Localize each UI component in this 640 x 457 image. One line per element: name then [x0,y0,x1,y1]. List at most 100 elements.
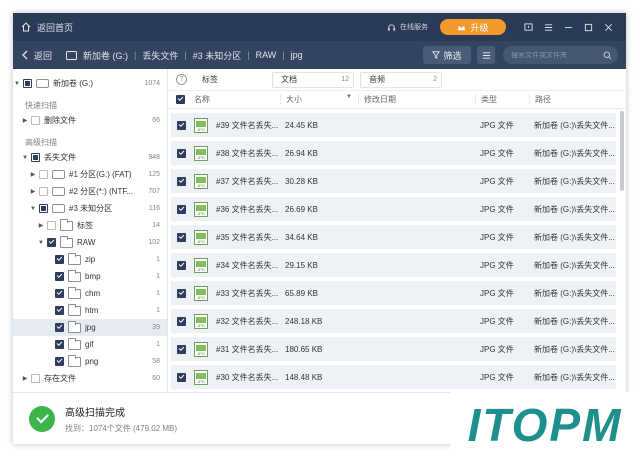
table-row[interactable]: #34 文件名丢失... 29.15 KB JPG 文件 新加卷 (G:)\丢失文件.… [171,253,616,277]
breadcrumb-item-drive[interactable]: 新加卷 (G:) [83,49,128,62]
expand-arrow-icon[interactable]: ▶ [29,188,37,195]
tree-item-raw[interactable]: ▼ RAW 102 [13,234,167,251]
tree-checkbox[interactable] [31,153,40,162]
upgrade-button[interactable]: 升级 [440,19,506,35]
tree-checkbox[interactable] [31,116,40,125]
breadcrumb-item-jpg[interactable]: jpg [291,50,303,60]
tree-item-gif[interactable]: gif 1 [13,336,167,353]
table-row[interactable]: #33 文件名丢失... 65.89 KB JPG 文件 新加卷 (G:)\丢失文件.… [171,281,616,305]
scrollbar[interactable] [620,111,624,191]
column-type[interactable]: 类型 [475,94,529,105]
tab-tags[interactable]: 标签 [194,72,266,88]
tree-checkbox[interactable] [39,204,48,213]
search-input[interactable] [511,51,603,59]
tree-item-drive[interactable]: ▼ 新加卷 (G:) 1074 [13,75,167,92]
expand-arrow-icon[interactable]: ▼ [29,206,37,212]
column-size[interactable]: 大小 ▼ [280,94,358,105]
back-button[interactable]: 返回 [21,49,52,62]
tree-checkbox[interactable] [39,170,48,179]
tree-item-count: 66 [152,117,160,124]
feedback-button[interactable] [518,17,538,37]
expand-arrow-icon[interactable]: ▶ [21,375,29,382]
expand-arrow-icon[interactable]: ▼ [37,240,45,246]
expand-arrow-icon[interactable]: ▶ [21,117,29,124]
expand-arrow-icon[interactable]: ▶ [29,171,37,178]
minimize-icon [564,26,572,28]
table-row[interactable]: #31 文件名丢失... 180.65 KB JPG 文件 新加卷 (G:)\丢失文件… [171,337,616,361]
row-checkbox[interactable] [177,316,186,326]
filter-button[interactable]: 筛选 [423,46,471,64]
column-path[interactable]: 路径 [529,94,626,105]
tree-checkbox[interactable] [55,340,64,349]
expand-arrow-icon[interactable]: ▼ [13,81,21,87]
tree-checkbox[interactable] [39,187,48,196]
tree-item-deleted[interactable]: ▶ 删除文件 66 [13,112,167,129]
select-all-checkbox[interactable] [175,95,185,104]
table-row[interactable]: #36 文件名丢失... 26.69 KB JPG 文件 新加卷 (G:)\丢失文件.… [171,197,616,221]
table-row[interactable]: #30 文件名丢失... 148.48 KB JPG 文件 新加卷 (G:)\丢失文件… [171,365,616,389]
tab-audio[interactable]: 音频 2 [360,71,442,88]
tree-checkbox[interactable] [31,374,40,383]
breadcrumb-item-raw[interactable]: RAW [256,50,277,60]
tree-item-existing[interactable]: ▶ 存在文件 60 [13,370,167,387]
minimize-button[interactable] [558,17,578,37]
home-link[interactable]: 返回首页 [21,21,73,34]
file-name: #33 文件名丢失... [216,288,279,298]
row-checkbox[interactable] [177,120,186,130]
title-bar: 返回首页 在线服务 升级 [13,13,626,41]
expand-arrow-icon[interactable]: ▼ [21,155,29,161]
tree-item-partition-2[interactable]: ▶ #2 分区(*:) (NTF... 707 [13,183,167,200]
tree-item-lost[interactable]: ▼ 丢失文件 948 [13,149,167,166]
tree-item-chm[interactable]: chm 1 [13,285,167,302]
help-icon[interactable]: ? [176,74,187,85]
row-checkbox[interactable] [177,232,186,242]
row-checkbox[interactable] [177,344,186,354]
tree-item-png[interactable]: png 58 [13,353,167,370]
row-checkbox[interactable] [177,176,186,186]
row-checkbox[interactable] [177,204,186,214]
tree-item-htm[interactable]: htm 1 [13,302,167,319]
table-row[interactable]: #35 文件名丢失... 34.64 KB JPG 文件 新加卷 (G:)\丢失文件.… [171,225,616,249]
tree-checkbox[interactable] [55,255,64,264]
table-row[interactable]: #37 文件名丢失... 30.28 KB JPG 文件 新加卷 (G:)\丢失文件.… [171,169,616,193]
upgrade-label: 升级 [470,22,489,33]
maximize-button[interactable] [578,17,598,37]
row-checkbox[interactable] [177,372,186,382]
tree-checkbox[interactable] [47,238,56,247]
expand-arrow-icon[interactable]: ▶ [37,222,45,229]
tree-checkbox[interactable] [55,289,64,298]
search-icon[interactable] [603,51,612,60]
tree-checkbox[interactable] [55,272,64,281]
tree-item-bmp[interactable]: bmp 1 [13,268,167,285]
folder-icon [68,269,81,282]
menu-button[interactable] [538,17,558,37]
tree-checkbox[interactable] [47,221,56,230]
row-checkbox[interactable] [177,148,186,158]
table-row[interactable]: #38 文件名丢失... 26.94 KB JPG 文件 新加卷 (G:)\丢失文件.… [171,141,616,165]
table-row[interactable]: #39 文件名丢失... 24.45 KB JPG 文件 新加卷 (G:)\丢失文件.… [171,113,616,137]
tree-item-label: #1 分区(G:) (FAT) [69,170,132,179]
tree-item-zip[interactable]: zip 1 [13,251,167,268]
row-checkbox[interactable] [177,288,186,298]
tree-item-tags[interactable]: ▶ 标签 14 [13,217,167,234]
menu-icon [544,23,552,31]
close-button[interactable] [598,17,618,37]
folder-icon [68,354,81,367]
tree-item-partition-1[interactable]: ▶ #1 分区(G:) (FAT) 125 [13,166,167,183]
column-name[interactable]: 名称 [194,94,280,105]
tree-item-partition-3[interactable]: ▼ #3 未知分区 116 [13,200,167,217]
file-size: 29.15 KB [285,260,318,270]
table-row[interactable]: #32 文件名丢失... 248.18 KB JPG 文件 新加卷 (G:)\丢失文件… [171,309,616,333]
breadcrumb-item-lost[interactable]: 丢失文件 [142,49,178,62]
tree-checkbox[interactable] [55,306,64,315]
breadcrumb-item-partition[interactable]: #3 未知分区 [193,49,242,62]
tree-checkbox[interactable] [55,357,64,366]
tree-item-jpg[interactable]: jpg 39 [13,319,167,336]
tab-documents[interactable]: 文档 12 [272,71,354,88]
tree-checkbox[interactable] [23,79,32,88]
tree-checkbox[interactable] [55,323,64,332]
list-view-button[interactable] [477,46,495,64]
row-checkbox[interactable] [177,260,186,270]
online-service-button[interactable]: 在线服务 [387,22,428,32]
column-date[interactable]: 修改日期 [358,94,475,105]
